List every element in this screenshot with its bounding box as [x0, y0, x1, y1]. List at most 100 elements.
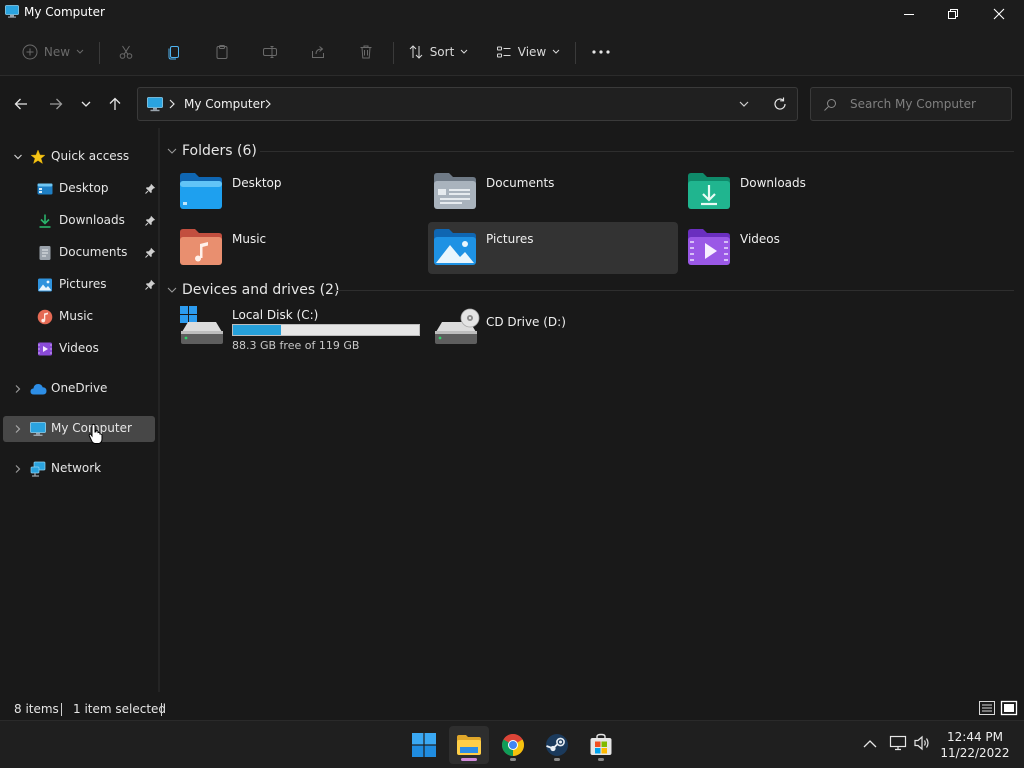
star-icon: [30, 149, 46, 165]
search-input[interactable]: Search My Computer: [810, 87, 1012, 121]
restore-icon: [948, 9, 958, 19]
view-button[interactable]: View: [493, 38, 563, 66]
devices-section-header[interactable]: Devices and drives (2): [164, 280, 339, 300]
volume-icon[interactable]: [913, 735, 931, 751]
back-button[interactable]: [9, 92, 33, 116]
start-button[interactable]: [404, 726, 444, 764]
sidebar-item-label: Pictures: [59, 277, 107, 291]
divider: [161, 703, 162, 716]
pin-icon[interactable]: [145, 279, 156, 290]
divider: [260, 151, 1014, 152]
delete-button[interactable]: [353, 38, 379, 66]
up-button[interactable]: [103, 92, 127, 116]
divider: [393, 42, 394, 64]
folder-tile-documents[interactable]: Documents: [428, 166, 678, 218]
tile-label: Downloads: [740, 176, 806, 190]
network-status-icon[interactable]: [889, 735, 907, 751]
navigation-pane: Quick access Desktop Downloads Documents…: [0, 128, 158, 692]
divider: [334, 290, 1014, 291]
folder-tile-downloads[interactable]: Downloads: [682, 166, 932, 218]
sort-button[interactable]: Sort: [405, 38, 471, 66]
taskbar-chrome[interactable]: [493, 726, 533, 764]
cut-button[interactable]: [113, 38, 139, 66]
new-button[interactable]: New: [18, 38, 88, 66]
drive-tile-local-disk[interactable]: Local Disk (C:) 88.3 GB free of 119 GB: [174, 304, 424, 356]
minimize-button[interactable]: [886, 0, 932, 28]
restore-button[interactable]: [930, 0, 976, 28]
active-indicator: [461, 758, 477, 761]
selection-count: 1 item selected: [73, 702, 167, 716]
file-explorer-icon: [457, 735, 481, 755]
paste-button[interactable]: [209, 38, 235, 66]
status-bar: 8 items 1 item selected: [0, 698, 1024, 720]
refresh-icon[interactable]: [772, 96, 788, 112]
steam-icon: [546, 734, 568, 756]
chevron-down-icon[interactable]: [13, 152, 23, 162]
taskbar-steam[interactable]: [537, 726, 577, 764]
desktop-folder-icon: [180, 173, 222, 209]
tiles-view-icon[interactable]: [1000, 700, 1018, 716]
taskbar-file-explorer[interactable]: [449, 726, 489, 764]
sidebar-item-label: Quick access: [51, 149, 130, 163]
sidebar-item-quick-access[interactable]: Quick access: [3, 144, 155, 170]
title-bar: My Computer: [0, 0, 1024, 28]
drive-tile-cd-drive[interactable]: CD Drive (D:): [428, 304, 678, 356]
sidebar-item-my-computer[interactable]: My Computer: [3, 416, 155, 442]
close-icon: [993, 8, 1005, 20]
chevron-right-icon[interactable]: [13, 464, 23, 474]
pin-icon[interactable]: [145, 183, 156, 194]
chevron-right-icon[interactable]: [168, 97, 176, 111]
running-indicator: [598, 758, 604, 761]
sidebar-item-documents[interactable]: Documents: [3, 240, 156, 266]
folder-tile-desktop[interactable]: Desktop: [174, 166, 424, 218]
chevron-right-icon[interactable]: [13, 384, 23, 394]
sidebar-item-onedrive[interactable]: OneDrive: [3, 376, 155, 402]
pin-icon[interactable]: [145, 247, 156, 258]
pane-splitter[interactable]: [158, 128, 160, 692]
sidebar-item-music[interactable]: Music: [3, 304, 155, 330]
taskbar: 12:44 PM 11/22/2022: [0, 720, 1024, 768]
sidebar-item-network[interactable]: Network: [3, 456, 155, 482]
close-button[interactable]: [976, 0, 1022, 28]
forward-button[interactable]: [44, 92, 68, 116]
copy-button[interactable]: [161, 38, 187, 66]
tile-label: Desktop: [232, 176, 282, 190]
sidebar-item-label: Downloads: [59, 213, 125, 227]
pin-icon[interactable]: [145, 215, 156, 226]
tile-label: Pictures: [486, 232, 534, 246]
chevron-right-icon[interactable]: [13, 424, 23, 434]
chevron-right-icon[interactable]: [264, 97, 272, 111]
rename-button[interactable]: [257, 38, 283, 66]
chevron-down-icon[interactable]: [167, 286, 177, 294]
paste-icon: [216, 45, 228, 59]
pictures-folder-icon: [434, 229, 476, 265]
desktop-icon: [37, 183, 53, 195]
details-view-icon[interactable]: [978, 700, 996, 716]
address-dropdown-icon[interactable]: [738, 98, 750, 110]
taskbar-microsoft-store[interactable]: [581, 726, 621, 764]
recent-locations-button[interactable]: [74, 92, 98, 116]
folder-tile-pictures[interactable]: Pictures: [428, 222, 678, 274]
arrow-up-icon: [109, 97, 121, 110]
clock[interactable]: 12:44 PM 11/22/2022: [930, 729, 1020, 761]
chevron-down-icon[interactable]: [167, 147, 177, 155]
breadcrumb[interactable]: My Computer: [184, 97, 265, 111]
sidebar-item-label: Network: [51, 461, 102, 475]
sidebar-item-videos[interactable]: Videos: [3, 336, 155, 362]
music-folder-icon: [180, 229, 222, 265]
chevron-up-icon[interactable]: [863, 739, 877, 748]
command-bar: New Sort View: [0, 28, 1024, 76]
folders-section-header[interactable]: Folders (6): [164, 141, 257, 161]
picture-icon: [38, 278, 52, 292]
share-button[interactable]: [305, 38, 331, 66]
running-indicator: [510, 758, 516, 761]
sidebar-item-desktop[interactable]: Desktop: [3, 176, 156, 202]
more-options-button[interactable]: [587, 38, 615, 66]
address-bar[interactable]: My Computer: [137, 87, 798, 121]
folder-tile-videos[interactable]: Videos: [682, 222, 932, 274]
sidebar-item-pictures[interactable]: Pictures: [3, 272, 156, 298]
search-icon: [824, 99, 836, 111]
sidebar-item-downloads[interactable]: Downloads: [3, 208, 156, 234]
folder-tile-music[interactable]: Music: [174, 222, 424, 274]
windows-logo-icon: [412, 733, 436, 757]
